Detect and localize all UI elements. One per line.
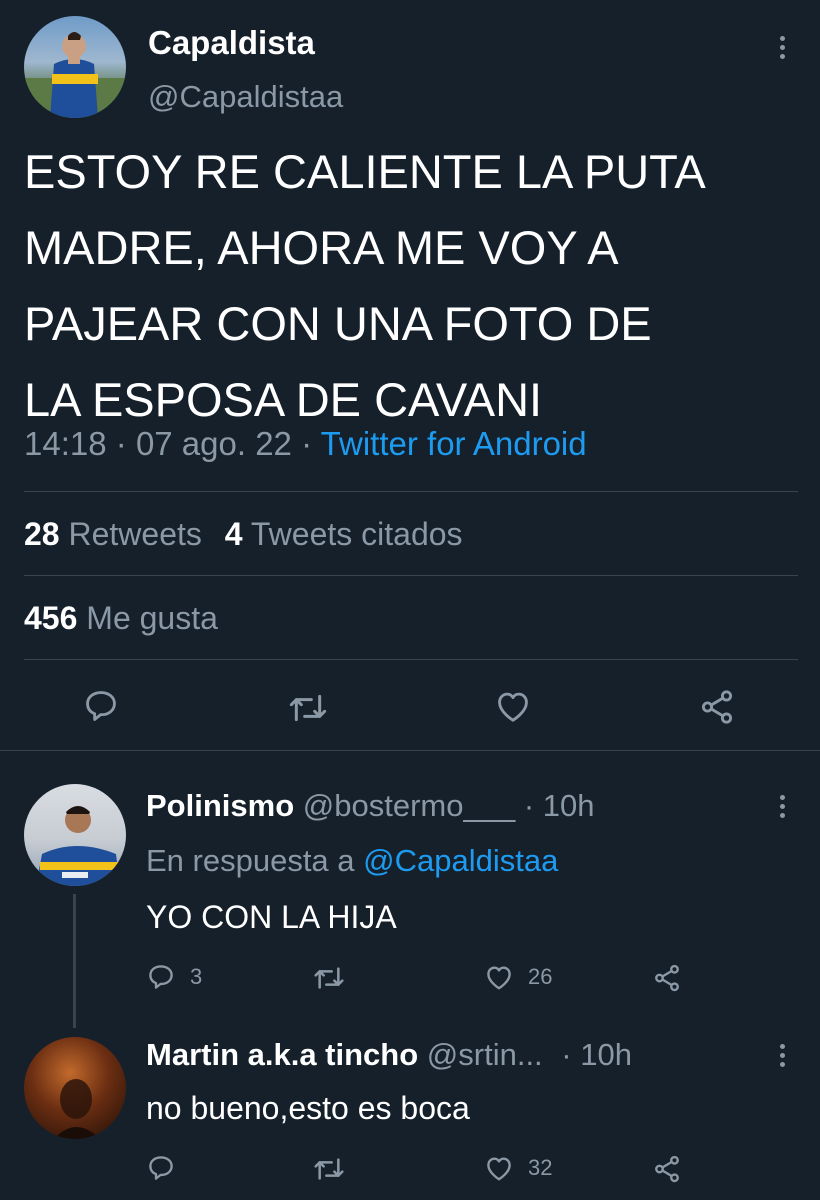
tweet-source-link[interactable]: Twitter for Android [321, 425, 587, 462]
reply-icon [149, 965, 173, 989]
like-count: 26 [528, 964, 553, 989]
reply-author-handle[interactable]: @srtin... [427, 1037, 543, 1072]
avatar-capaldista[interactable] [24, 16, 126, 118]
author-display-name[interactable]: Capaldista [148, 24, 315, 62]
share-icon [701, 690, 733, 724]
retweet-icon [289, 694, 327, 722]
reply-share-button[interactable] [652, 963, 682, 993]
divider [24, 659, 798, 660]
avatar-photo-icon [54, 1079, 100, 1139]
retweets-count: 28 [24, 516, 60, 552]
reply-author-name[interactable]: Polinismo [146, 788, 294, 823]
quotes-count: 4 [224, 516, 243, 552]
thread-connector-line [73, 894, 76, 1028]
reply-header: Martin a.k.a tincho @srtin... · 10h [146, 1037, 632, 1073]
like-icon [487, 1157, 511, 1181]
reply-age[interactable]: · 10h [561, 1037, 632, 1072]
avatar-martin[interactable] [24, 1037, 126, 1139]
reply-reply-button[interactable]: 3 [146, 962, 202, 992]
tweet-text-line: ESTOY RE CALIENTE LA PUTA [24, 145, 706, 198]
reply-share-button[interactable] [652, 1154, 682, 1184]
meta-separator: · [301, 425, 313, 462]
tweet-text: ESTOY RE CALIENTE LA PUTA MADRE, AHORA M… [24, 134, 814, 438]
retweets-stat[interactable]: 28 Retweets [24, 516, 211, 552]
divider [24, 491, 798, 492]
retweet-button[interactable] [288, 690, 328, 726]
reply-like-button[interactable]: 26 [484, 963, 552, 991]
reply-button[interactable] [82, 687, 120, 725]
meta-separator: · [115, 425, 127, 462]
tweet-meta: 14:18 · 07 ago. 22 · Twitter for Android [24, 425, 587, 463]
retweets-label: Retweets [68, 516, 202, 552]
retweet-icon [314, 1158, 344, 1180]
share-icon [655, 964, 679, 992]
like-icon [498, 692, 528, 722]
reply-like-button[interactable]: 32 [484, 1154, 552, 1182]
author-handle[interactable]: @Capaldistaa [148, 79, 343, 115]
reply-context-mention[interactable]: @Capaldistaa [363, 843, 558, 878]
reply-icon [149, 1156, 173, 1180]
likes-label: Me gusta [86, 600, 218, 636]
likes-stat[interactable]: 456 Me gusta [24, 600, 218, 637]
like-count: 32 [528, 1155, 553, 1180]
section-divider [0, 750, 820, 751]
reply-retweet-button[interactable] [313, 964, 359, 992]
avatar-polinismo[interactable] [24, 784, 126, 886]
reply-retweet-button[interactable] [313, 1155, 359, 1183]
tweet-time[interactable]: 14:18 [24, 425, 107, 462]
reply-context-prefix: En respuesta a [146, 843, 355, 878]
reply-author-name[interactable]: Martin a.k.a tincho [146, 1037, 418, 1072]
likes-count: 456 [24, 600, 78, 636]
quotes-stat[interactable]: 4 Tweets citados [225, 516, 463, 552]
reply-author-handle[interactable]: @bostermo___ [303, 788, 515, 823]
like-icon [487, 966, 511, 990]
reply-more-options-icon[interactable] [779, 795, 785, 818]
avatar-photo-icon [36, 806, 122, 886]
more-options-icon[interactable] [779, 36, 785, 59]
tweet-date[interactable]: 07 ago. 22 [136, 425, 292, 462]
quotes-label: Tweets citados [250, 516, 463, 552]
tweet-text-line: PAJEAR CON UNA FOTO DE [24, 297, 652, 350]
reply-text: YO CON LA HIJA [146, 899, 397, 935]
divider [24, 575, 798, 576]
reply-reply-button[interactable] [146, 1153, 190, 1183]
tweet-text-line: MADRE, AHORA ME VOY A [24, 221, 619, 274]
reply-age[interactable]: · 10h [524, 788, 595, 823]
engagement-stats-row: 28 Retweets 4 Tweets citados [24, 516, 463, 553]
reply-count: 3 [190, 964, 203, 989]
reply-context: En respuesta a @Capaldistaa [146, 843, 558, 879]
share-button[interactable] [698, 688, 736, 726]
avatar-photo-icon [24, 32, 126, 118]
share-icon [655, 1155, 679, 1183]
like-button[interactable] [494, 688, 532, 724]
reply-icon [86, 691, 116, 721]
reply-header: Polinismo @bostermo___ · 10h [146, 788, 594, 824]
reply-more-options-icon[interactable] [779, 1044, 785, 1067]
reply-text: no bueno,esto es boca [146, 1090, 470, 1126]
retweet-icon [314, 967, 344, 989]
